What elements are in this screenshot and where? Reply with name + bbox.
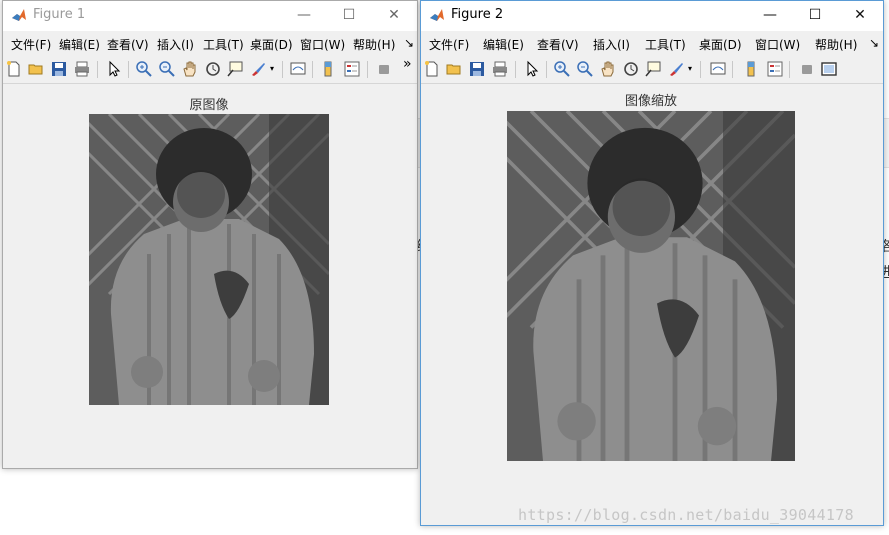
open-file-icon[interactable] bbox=[27, 60, 45, 78]
data-cursor-icon[interactable] bbox=[226, 60, 244, 78]
toolbar-separator bbox=[732, 61, 733, 78]
menu-help[interactable]: 帮助(H) bbox=[815, 36, 857, 53]
scaled-image bbox=[507, 111, 795, 461]
child-photo-icon bbox=[507, 111, 795, 461]
menu-edit[interactable]: 编辑(E) bbox=[59, 36, 100, 53]
chevron-down-icon[interactable]: ▾ bbox=[270, 60, 288, 78]
toolbar-overflow-icon[interactable]: » bbox=[403, 56, 421, 74]
chevron-down-icon[interactable]: ▾ bbox=[688, 60, 706, 78]
maximize-button[interactable]: ☐ bbox=[326, 1, 372, 31]
show-plot-tools-icon[interactable] bbox=[820, 60, 838, 78]
toolbar-separator bbox=[700, 61, 701, 78]
pointer-icon[interactable] bbox=[105, 60, 123, 78]
minimize-button[interactable]: — bbox=[747, 1, 793, 31]
matlab-icon bbox=[429, 7, 445, 23]
toolbar-separator bbox=[367, 61, 368, 78]
pan-hand-icon[interactable] bbox=[181, 60, 199, 78]
colorbar-icon[interactable] bbox=[319, 60, 337, 78]
print-icon[interactable] bbox=[491, 60, 509, 78]
menu-overflow-icon[interactable]: ↘ bbox=[404, 36, 414, 50]
save-icon[interactable] bbox=[50, 60, 68, 78]
toolbar-separator bbox=[312, 61, 313, 78]
matlab-icon bbox=[11, 7, 27, 23]
menu-tools[interactable]: 工具(T) bbox=[203, 36, 244, 53]
new-figure-icon[interactable] bbox=[5, 60, 23, 78]
toolbar-separator bbox=[97, 61, 98, 78]
data-cursor-icon[interactable] bbox=[644, 60, 662, 78]
menu-desktop[interactable]: 桌面(D) bbox=[250, 36, 293, 53]
menu-view[interactable]: 查看(V) bbox=[107, 36, 149, 53]
menu-insert[interactable]: 插入(I) bbox=[157, 36, 194, 53]
title-bar[interactable]: Figure 1 — ☐ ✕ bbox=[3, 1, 417, 31]
menu-overflow-icon[interactable]: ↘ bbox=[869, 36, 879, 50]
toolbar-separator bbox=[546, 61, 547, 78]
menu-bar: 文件(F) 编辑(E) 查看(V) 插入(I) 工具(T) 桌面(D) 窗口(W… bbox=[3, 31, 417, 55]
menu-file[interactable]: 文件(F) bbox=[429, 36, 469, 53]
link-plot-icon[interactable] bbox=[289, 60, 307, 78]
brush-icon[interactable] bbox=[667, 60, 685, 78]
open-file-icon[interactable] bbox=[445, 60, 463, 78]
zoom-in-icon[interactable] bbox=[553, 60, 571, 78]
legend-icon[interactable] bbox=[766, 60, 784, 78]
close-button[interactable]: ✕ bbox=[837, 1, 883, 31]
print-icon[interactable] bbox=[73, 60, 91, 78]
minimize-button[interactable]: — bbox=[281, 1, 327, 31]
new-figure-icon[interactable] bbox=[423, 60, 441, 78]
original-image bbox=[89, 114, 329, 405]
menu-window[interactable]: 窗口(W) bbox=[755, 36, 800, 53]
brush-icon[interactable] bbox=[249, 60, 267, 78]
toolbar-separator bbox=[282, 61, 283, 78]
zoom-out-icon[interactable] bbox=[158, 60, 176, 78]
menu-edit[interactable]: 编辑(E) bbox=[483, 36, 524, 53]
figure-2-window: Figure 2 — ☐ ✕ 文件(F) 编辑(E) 查看(V) 插入(I) 工… bbox=[420, 0, 884, 526]
child-photo-icon bbox=[89, 114, 329, 405]
maximize-button[interactable]: ☐ bbox=[792, 1, 838, 31]
pointer-icon[interactable] bbox=[523, 60, 541, 78]
figure-toolbar: ▾ » bbox=[3, 55, 417, 84]
colorbar-icon[interactable] bbox=[742, 60, 760, 78]
toolbar-separator bbox=[515, 61, 516, 78]
zoom-out-icon[interactable] bbox=[576, 60, 594, 78]
link-plot-icon[interactable] bbox=[709, 60, 727, 78]
legend-icon[interactable] bbox=[343, 60, 361, 78]
figure-toolbar: ▾ bbox=[421, 55, 883, 84]
toolbar-separator bbox=[789, 61, 790, 78]
menu-tools[interactable]: 工具(T) bbox=[645, 36, 686, 53]
rotate-3d-icon[interactable] bbox=[622, 60, 640, 78]
menu-view[interactable]: 查看(V) bbox=[537, 36, 579, 53]
menu-window[interactable]: 窗口(W) bbox=[300, 36, 345, 53]
window-title: Figure 2 bbox=[451, 7, 504, 22]
hide-plot-tools-icon[interactable] bbox=[375, 60, 393, 78]
figure-1-window: Figure 1 — ☐ ✕ 文件(F) 编辑(E) 查看(V) 插入(I) 工… bbox=[2, 0, 418, 469]
menu-help[interactable]: 帮助(H) bbox=[353, 36, 395, 53]
zoom-in-icon[interactable] bbox=[135, 60, 153, 78]
menu-insert[interactable]: 插入(I) bbox=[593, 36, 630, 53]
axes-title: 原图像 bbox=[189, 98, 229, 113]
title-bar[interactable]: Figure 2 — ☐ ✕ bbox=[421, 1, 883, 31]
rotate-3d-icon[interactable] bbox=[204, 60, 222, 78]
save-icon[interactable] bbox=[468, 60, 486, 78]
watermark: https://blog.csdn.net/baidu_39044178 bbox=[518, 506, 854, 524]
axes-title: 图像缩放 bbox=[624, 94, 677, 109]
pan-hand-icon[interactable] bbox=[599, 60, 617, 78]
hide-plot-tools-icon[interactable] bbox=[798, 60, 816, 78]
window-title: Figure 1 bbox=[33, 7, 86, 22]
menu-file[interactable]: 文件(F) bbox=[11, 36, 51, 53]
menu-bar: 文件(F) 编辑(E) 查看(V) 插入(I) 工具(T) 桌面(D) 窗口(W… bbox=[421, 31, 883, 55]
close-button[interactable]: ✕ bbox=[371, 1, 417, 31]
menu-desktop[interactable]: 桌面(D) bbox=[699, 36, 742, 53]
toolbar-separator bbox=[128, 61, 129, 78]
